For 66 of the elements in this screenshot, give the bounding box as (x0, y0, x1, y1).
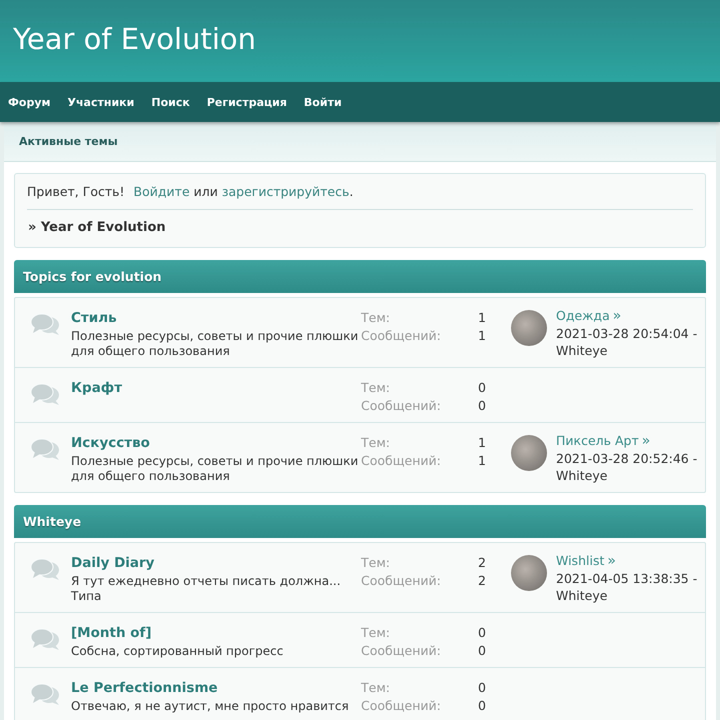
login-link[interactable]: Войдите (134, 184, 190, 199)
topics-count: 1 (478, 435, 487, 451)
topics-count: 0 (478, 380, 487, 396)
nav-link[interactable]: Форум (8, 96, 51, 108)
topics-count: 0 (478, 680, 487, 696)
chat-bubbles-icon (31, 383, 61, 407)
nav-link[interactable]: Поиск (151, 96, 190, 108)
last-post-info: 2021-04-05 13:38:35 - Whiteye (556, 570, 698, 604)
category-header: Whiteye (14, 505, 706, 538)
posts-label: Сообщений: (361, 398, 442, 414)
avatar (511, 555, 547, 591)
posts-count: 1 (478, 453, 487, 469)
board-link[interactable]: Стиль (71, 310, 117, 326)
last-post-link[interactable]: Одежда (556, 308, 610, 323)
posts-count: 1 (478, 328, 487, 344)
topics-count: 1 (478, 310, 487, 326)
posts-count: 2 (478, 573, 487, 589)
board-link[interactable]: Искусство (71, 435, 150, 451)
board-link[interactable]: Крафт (71, 380, 122, 396)
last-post-arrow[interactable]: » (612, 308, 622, 324)
posts-label: Сообщений: (361, 698, 442, 714)
last-post-link[interactable]: Wishlist (556, 553, 604, 568)
topics-label: Тем: (361, 435, 391, 451)
topics-label: Тем: (361, 310, 391, 326)
board-link[interactable]: Daily Diary (71, 555, 154, 571)
subnav-label: Активные темы (19, 135, 118, 148)
board-description: Я тут ежедневно отчеты писать должна... Типа (71, 574, 342, 604)
topics-count: 0 (478, 625, 487, 641)
last-post-info: 2021-03-28 20:52:46 - Whiteye (556, 450, 698, 484)
category-header: Topics for evolution (14, 260, 706, 293)
topics-label: Тем: (361, 380, 391, 396)
nav-link[interactable]: Войти (304, 96, 342, 108)
nav-link[interactable]: Участники (68, 96, 134, 108)
board-description: Отвечаю, я не аутист, мне просто нравится (71, 699, 350, 714)
posts-count: 0 (478, 643, 487, 659)
last-post-link[interactable]: Пиксель Арт (556, 433, 639, 448)
chat-bubbles-icon (31, 558, 61, 582)
avatar (511, 310, 547, 346)
last-post-info: 2021-03-28 20:54:04 - Whiteye (556, 325, 698, 359)
last-post-arrow[interactable]: » (607, 553, 616, 569)
site-title[interactable]: Year of Evolution (13, 22, 256, 56)
topics-label: Тем: (361, 625, 391, 641)
posts-label: Сообщений: (361, 643, 442, 659)
board-link[interactable]: [Month of] (71, 625, 152, 641)
posts-label: Сообщений: (361, 453, 442, 469)
register-link[interactable]: зарегистрируйтесь (222, 184, 350, 199)
posts-label: Сообщений: (361, 573, 442, 589)
greeting-text: Привет, Гость! Войдите или зарегистрируйтесь. (27, 184, 693, 210)
board-link[interactable]: Le Perfectionnisme (71, 680, 218, 696)
topics-label: Тем: (361, 680, 391, 696)
board-description: Полезные ресурсы, советы и прочие плюшки для общего пользования (71, 329, 360, 359)
nav-link[interactable]: Регистрация (206, 96, 287, 108)
topics-count: 2 (478, 555, 487, 571)
posts-label: Сообщений: (361, 328, 442, 344)
board-description: Собсна, сортированный прогресс (71, 644, 284, 659)
last-post-arrow[interactable]: » (642, 433, 650, 449)
chat-bubbles-icon (31, 438, 61, 462)
posts-count: 0 (478, 698, 487, 714)
board-description: Полезные ресурсы, советы и прочие плюшки для общего пользования (71, 454, 360, 484)
chat-bubbles-icon (31, 313, 61, 337)
avatar (511, 435, 547, 471)
topics-label: Тем: (361, 555, 391, 571)
posts-count: 0 (478, 398, 487, 414)
chat-bubbles-icon (31, 628, 61, 652)
breadcrumb: » Year of Evolution (27, 220, 167, 235)
chat-bubbles-icon (31, 683, 61, 707)
